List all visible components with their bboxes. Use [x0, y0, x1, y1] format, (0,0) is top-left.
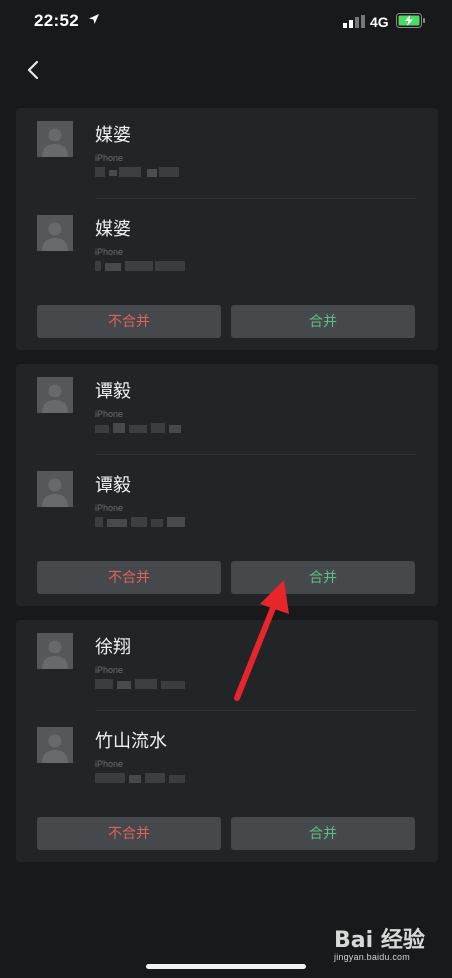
no-merge-button[interactable]: 不合并: [37, 561, 221, 594]
no-merge-button[interactable]: 不合并: [37, 305, 221, 338]
avatar: [37, 471, 73, 507]
person-icon: [42, 384, 68, 413]
watermark: Bai 经验 jingyan.baidu.com: [334, 922, 425, 962]
person-icon: [42, 640, 68, 669]
contact-device: iPhone: [95, 759, 124, 769]
avatar: [37, 377, 73, 413]
contact-item: 谭毅 iPhone: [16, 458, 438, 538]
contact-item: 竹山流水 iPhone: [16, 714, 438, 794]
contact-item: 媒婆 iPhone: [16, 202, 438, 282]
person-icon: [42, 478, 68, 507]
redacted-number: [95, 773, 185, 783]
avatar: [37, 215, 73, 251]
contact-device: iPhone: [95, 153, 124, 163]
merge-button[interactable]: 合并: [231, 305, 415, 338]
status-time: 22:52: [34, 11, 79, 30]
contact-name: 媒婆: [95, 219, 131, 239]
avatar: [37, 121, 73, 157]
contact-name: 谭毅: [95, 381, 131, 401]
signal-icon: [343, 15, 365, 28]
redacted-number: [95, 517, 185, 527]
avatar: [37, 727, 73, 763]
status-bar: 22:52 4G: [0, 0, 452, 44]
watermark-logo: Bai 经验: [334, 928, 425, 953]
contact-item: 谭毅 iPhone: [16, 364, 438, 444]
merge-button[interactable]: 合并: [231, 817, 415, 850]
back-button[interactable]: [20, 56, 48, 84]
redacted-number: [95, 679, 185, 689]
network-type: 4G: [370, 14, 389, 30]
person-icon: [42, 222, 68, 251]
contact-name: 徐翔: [95, 637, 131, 657]
divider: [95, 710, 416, 711]
avatar: [37, 633, 73, 669]
contact-device: iPhone: [95, 503, 124, 513]
contact-device: iPhone: [95, 665, 124, 675]
battery-charging-icon: [396, 13, 425, 28]
redacted-number: [95, 261, 185, 271]
contact-name: 媒婆: [95, 125, 131, 145]
person-icon: [42, 734, 68, 763]
no-merge-button[interactable]: 不合并: [37, 817, 221, 850]
contact-device: iPhone: [95, 247, 124, 257]
contact-name: 竹山流水: [95, 731, 167, 751]
divider: [95, 454, 416, 455]
contact-item: 媒婆 iPhone: [16, 108, 438, 188]
contact-name: 谭毅: [95, 475, 131, 495]
duplicate-group-1: 媒婆 iPhone 媒婆 iPhone 不合并 合并: [16, 108, 438, 350]
home-indicator[interactable]: [146, 964, 306, 969]
redacted-number: [95, 167, 179, 177]
location-arrow-icon: [89, 14, 99, 24]
contact-device: iPhone: [95, 409, 124, 419]
redacted-number: [95, 423, 181, 433]
annotation-arrow-icon: [234, 580, 289, 701]
person-icon: [42, 128, 68, 157]
divider: [95, 198, 416, 199]
